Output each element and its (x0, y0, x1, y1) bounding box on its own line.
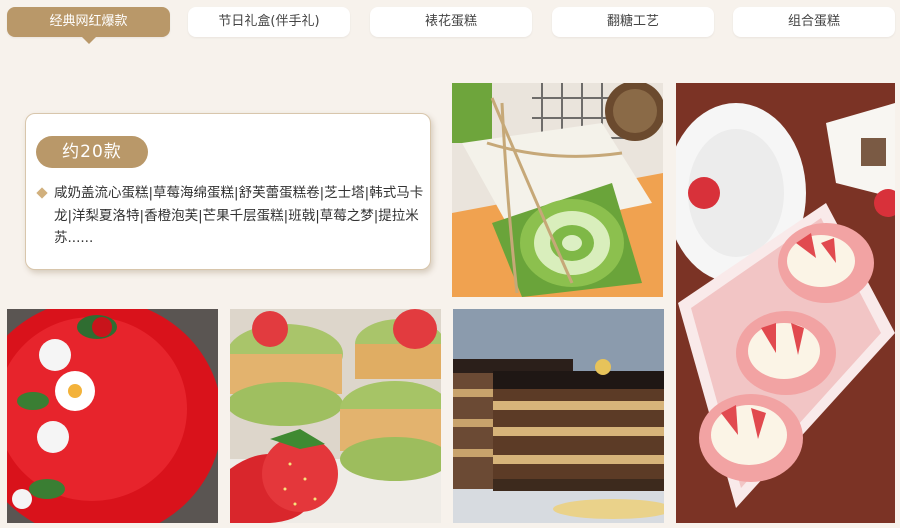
strawberry-roll-photo (676, 83, 895, 523)
tab-holiday-gift-box[interactable]: 节日礼盒(伴手礼) (188, 7, 350, 37)
category-tabs: 经典网红爆款 节日礼盒(伴手礼) 裱花蛋糕 翻糖工艺 组合蛋糕 (0, 0, 900, 46)
count-badge: 约20款 (36, 136, 148, 168)
tab-piped-flower-cake[interactable]: 裱花蛋糕 (370, 7, 532, 37)
matcha-roll-photo (452, 83, 663, 297)
feature-card: 约20款 咸奶盖流心蛋糕|草莓海绵蛋糕|舒芙蕾蛋糕卷|芝士塔|韩式马卡龙|洋梨夏… (25, 113, 431, 270)
red-mousse-cake-photo (7, 309, 218, 523)
cake-list-description: 咸奶盖流心蛋糕|草莓海绵蛋糕|舒芙蕾蛋糕卷|芝士塔|韩式马卡龙|洋梨夏洛特|香橙… (54, 185, 424, 246)
tab-classic-popular[interactable]: 经典网红爆款 (7, 7, 170, 44)
macaron-photo (230, 309, 441, 523)
tab-combo-cake[interactable]: 组合蛋糕 (733, 7, 895, 37)
opera-cake-photo (453, 309, 664, 523)
diamond-bullet-icon (36, 187, 48, 199)
tab-fondant-craft[interactable]: 翻糖工艺 (552, 7, 714, 37)
